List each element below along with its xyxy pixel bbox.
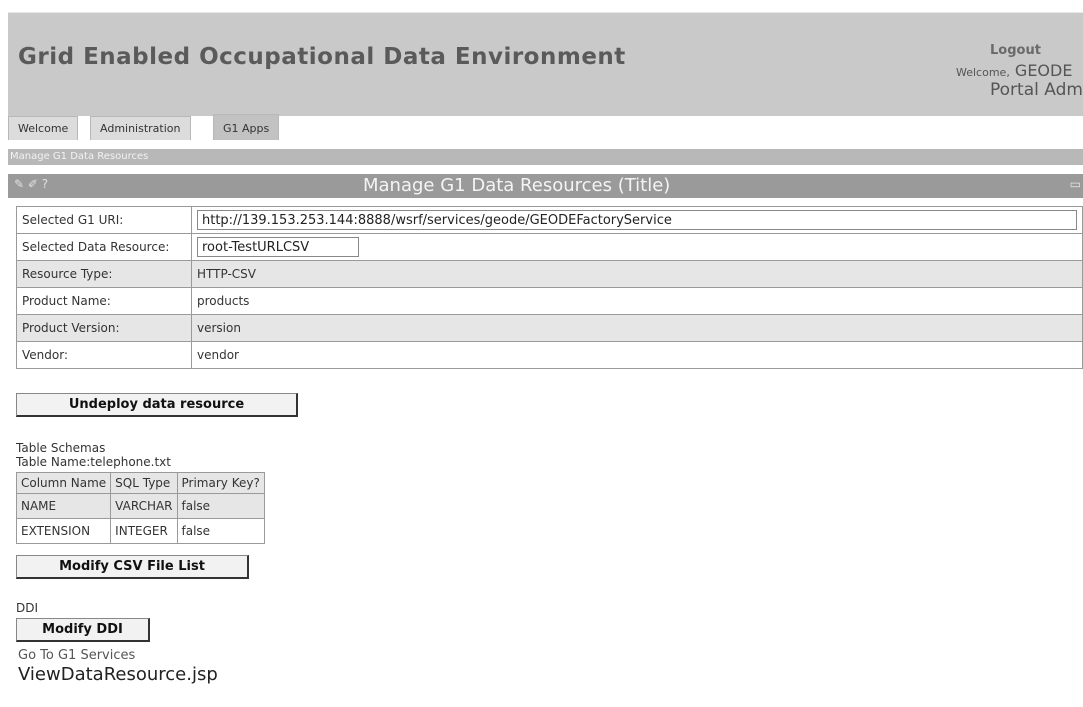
- column-header: SQL Type: [110, 472, 178, 494]
- resource-properties-table: Selected G1 URI: http://139.153.253.144:…: [16, 206, 1083, 369]
- welcome-message: Welcome, GEODE: [956, 61, 1072, 80]
- site-header: Grid Enabled Occupational Data Environme…: [8, 12, 1083, 116]
- uri-cell: http://139.153.253.144:8888/wsrf/service…: [191, 206, 1083, 234]
- resource-cell: root-TestURLCSV: [191, 233, 1083, 261]
- table-schemas-heading: Table Schemas: [16, 441, 106, 455]
- table-name: Table Name:telephone.txt: [16, 455, 171, 469]
- tab-welcome[interactable]: Welcome: [8, 116, 79, 140]
- table-cell: VARCHAR: [110, 493, 178, 519]
- tab-g1-apps[interactable]: G1 Apps: [213, 114, 280, 140]
- table-cell: NAME: [15, 493, 112, 519]
- vendor-value: vendor: [191, 341, 1083, 369]
- table-cell: EXTENSION: [15, 518, 112, 544]
- undeploy-button[interactable]: Undeploy data resource: [16, 393, 298, 417]
- go-to-services-link[interactable]: Go To G1 Services: [18, 648, 135, 663]
- welcome-prefix: Welcome,: [956, 66, 1010, 79]
- table-cell: INTEGER: [110, 518, 178, 544]
- ddi-label: DDI: [16, 601, 39, 615]
- modify-csv-button[interactable]: Modify CSV File List: [16, 555, 249, 579]
- portlet-title-bar: ✎ ✐ ? Manage G1 Data Resources (Title) ▭: [8, 174, 1083, 198]
- tab-administration[interactable]: Administration: [90, 116, 191, 140]
- minimize-icon[interactable]: ▭: [1070, 177, 1081, 191]
- page-filename: ViewDataResource.jsp: [18, 664, 218, 685]
- uri-label: Selected G1 URI:: [16, 206, 192, 234]
- version-value: version: [191, 314, 1083, 342]
- table-cell: false: [176, 493, 265, 519]
- modify-ddi-button[interactable]: Modify DDI: [16, 618, 150, 642]
- resource-label: Selected Data Resource:: [16, 233, 192, 261]
- portlet-title: Manage G1 Data Resources (Title): [363, 175, 671, 196]
- product-value: products: [191, 287, 1083, 315]
- column-header: Primary Key?: [176, 472, 265, 494]
- welcome-user: GEODE: [1014, 61, 1073, 80]
- vendor-label: Vendor:: [16, 341, 192, 369]
- user-role: Portal Admin: [990, 80, 1083, 100]
- type-value: HTTP-CSV: [191, 260, 1083, 288]
- uri-field[interactable]: http://139.153.253.144:8888/wsrf/service…: [197, 210, 1077, 230]
- site-title: Grid Enabled Occupational Data Environme…: [18, 44, 626, 70]
- schema-table: Column Name SQL Type Primary Key? NAME V…: [15, 472, 265, 544]
- column-header: Column Name: [15, 472, 112, 494]
- portlet-edit-help-icons[interactable]: ✎ ✐ ?: [14, 177, 48, 191]
- logout-link[interactable]: Logout: [990, 43, 1041, 58]
- product-label: Product Name:: [16, 287, 192, 315]
- breadcrumb: Manage G1 Data Resources: [8, 149, 1083, 165]
- type-label: Resource Type:: [16, 260, 192, 288]
- version-label: Product Version:: [16, 314, 192, 342]
- table-cell: false: [176, 518, 265, 544]
- resource-field[interactable]: root-TestURLCSV: [197, 237, 359, 257]
